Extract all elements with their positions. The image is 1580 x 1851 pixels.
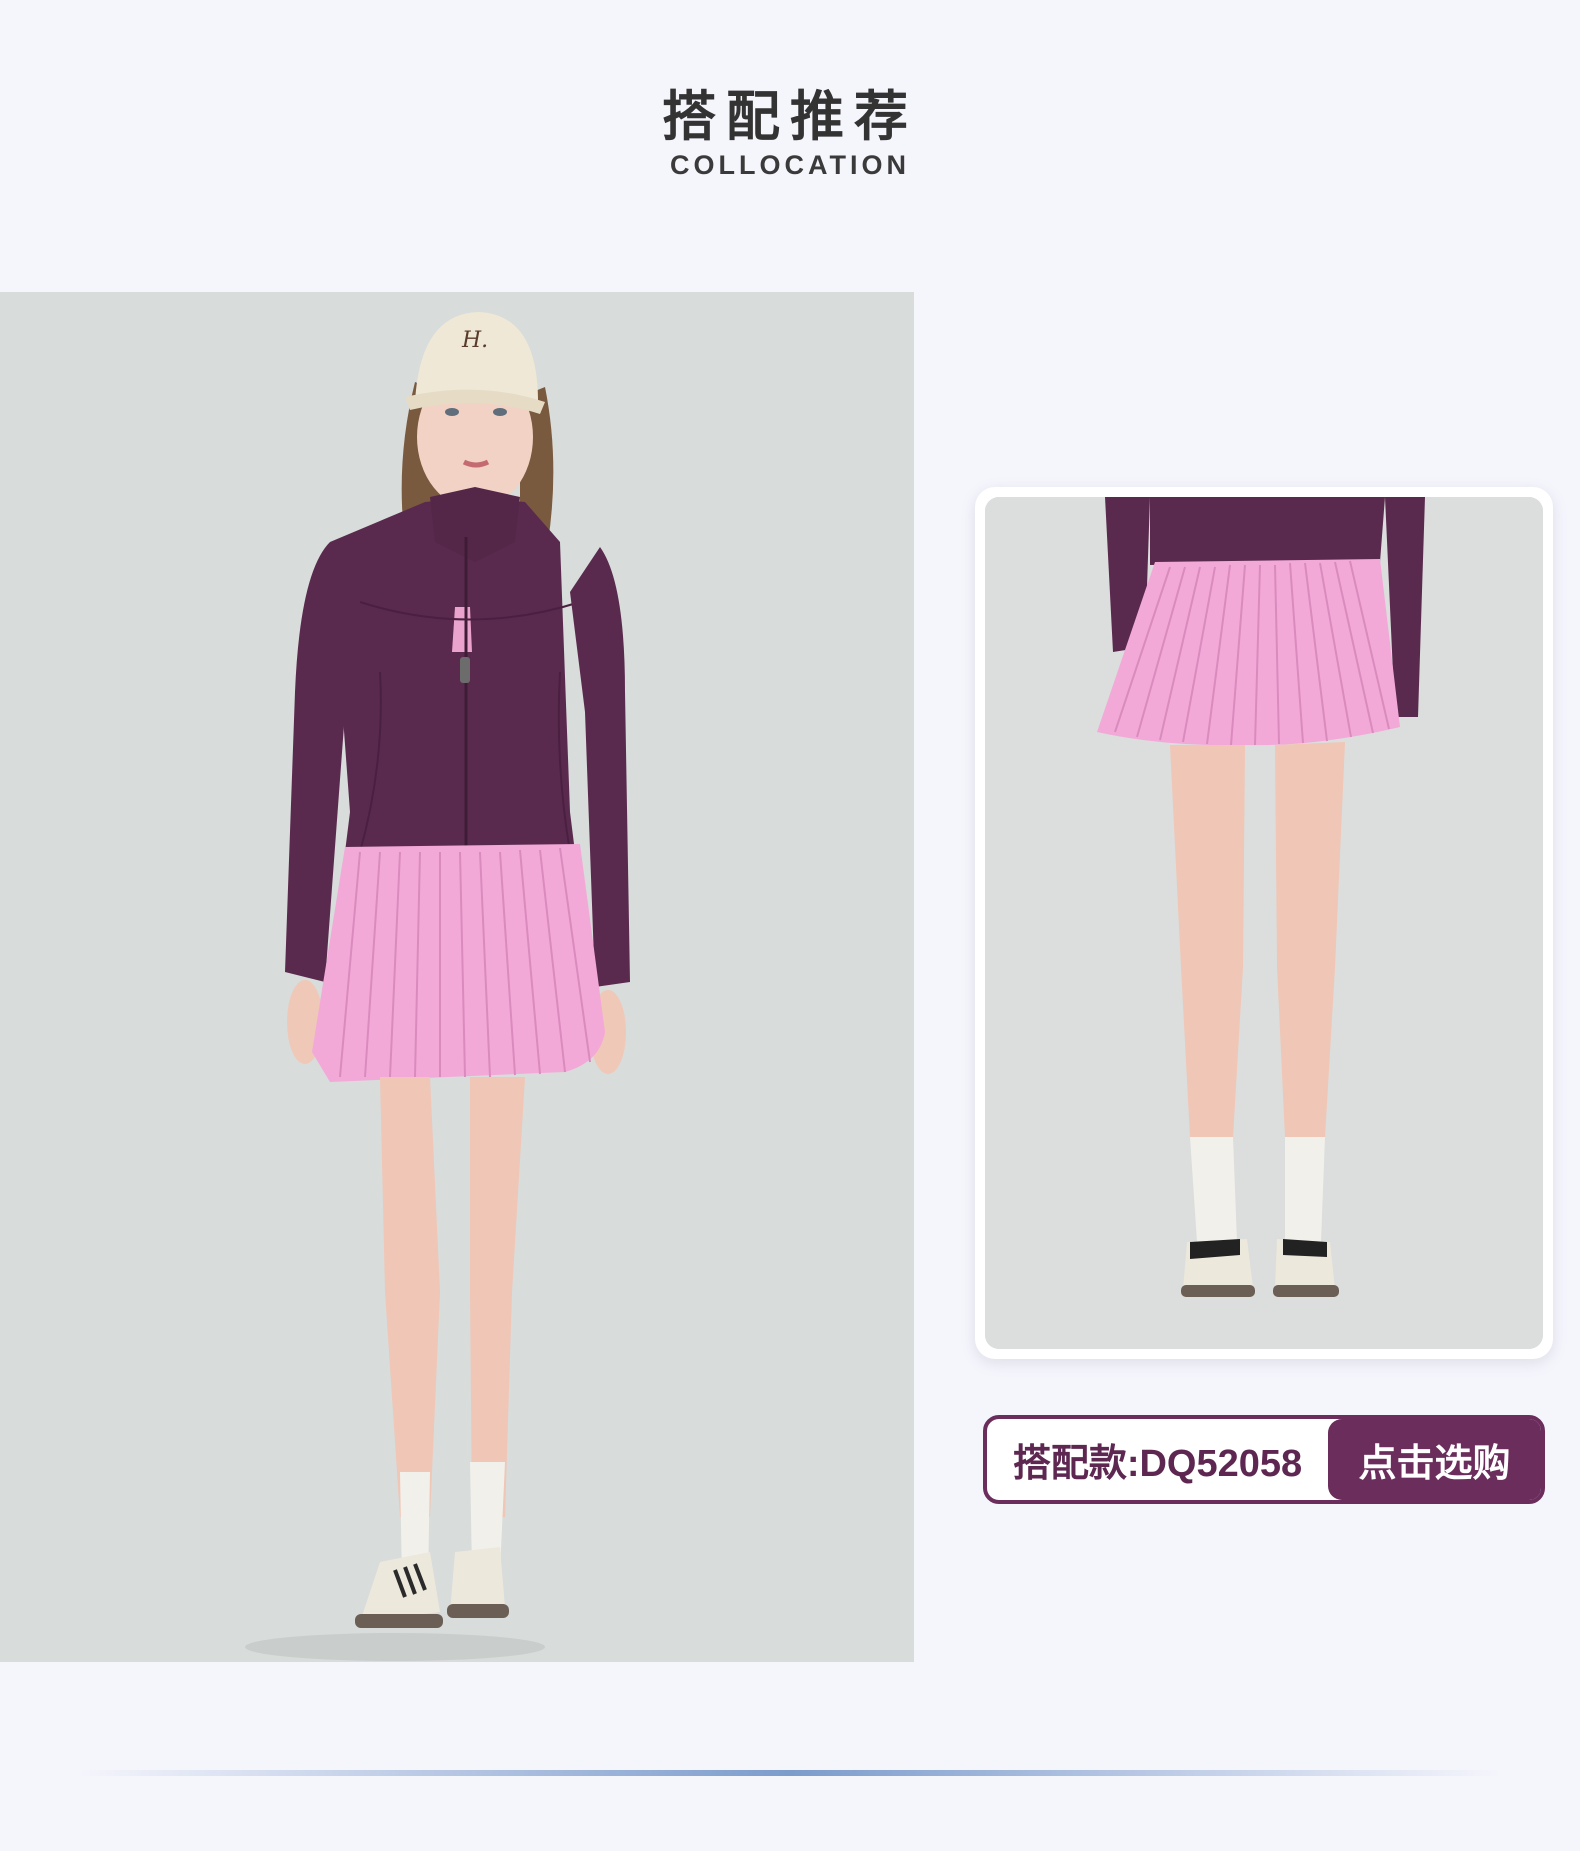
detail-photo-frame [975,487,1553,1359]
cap-logo: H. [461,328,488,353]
matching-item-bar: 搭配款:DQ52058 点击选购 [983,1415,1545,1504]
skirt-back-view-photo [985,497,1543,1349]
outfit-model-photo: H. [0,292,914,1662]
shop-now-button[interactable]: 点击选购 [1328,1419,1541,1500]
matching-item-code: 搭配款:DQ52058 [1012,1443,1303,1485]
bottom-divider [80,1770,1500,1776]
section-subtitle: COLLOCATION [670,150,910,180]
section-title: 搭配推荐 [662,85,918,148]
